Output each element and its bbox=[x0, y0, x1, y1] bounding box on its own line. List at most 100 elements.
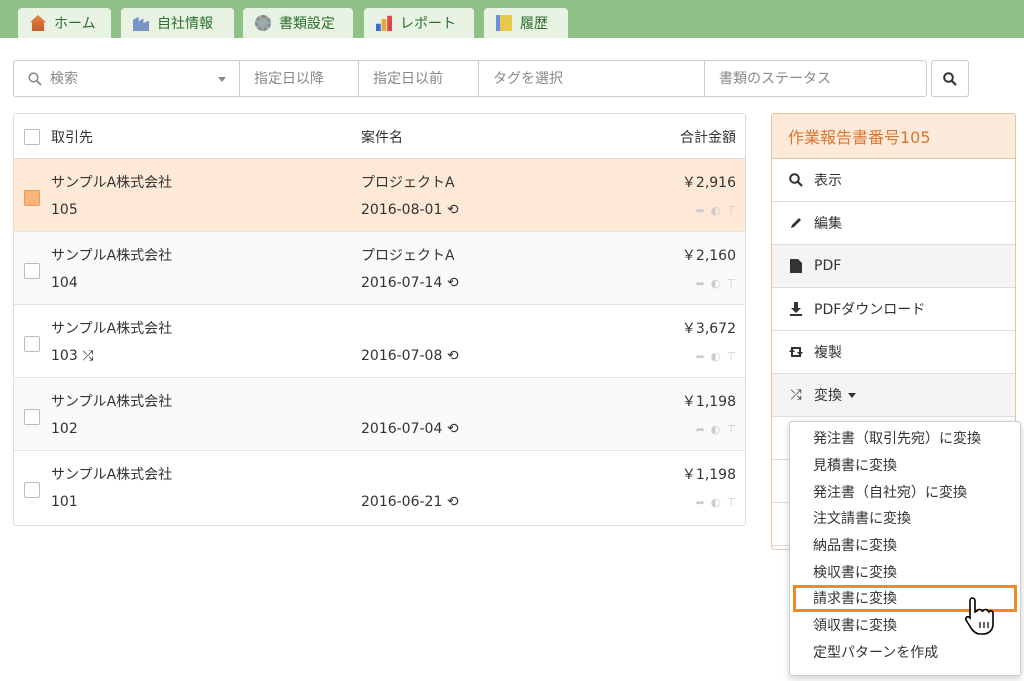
tag-select[interactable] bbox=[493, 70, 704, 87]
convert-button[interactable]: ⤮ 変換 bbox=[772, 374, 1015, 417]
pdf-download-button[interactable]: PDFダウンロード bbox=[772, 288, 1015, 331]
row-client: サンプルA株式会社 bbox=[51, 248, 173, 264]
row-checkbox[interactable] bbox=[24, 190, 40, 206]
row-client: サンプルA株式会社 bbox=[51, 394, 173, 410]
convert-to-estimate[interactable]: 見積書に変換 bbox=[790, 452, 1020, 479]
bar-chart-icon bbox=[376, 15, 392, 31]
row-number: 102 bbox=[51, 421, 78, 437]
table-row[interactable]: サンプルA株式会社 103 ⤮ 2016-07-08 ⟲ ￥3,672 ➦ ◐ ⊤ bbox=[14, 305, 745, 378]
hidden-icon[interactable]: ◐ bbox=[711, 204, 721, 217]
tab-home[interactable]: ホーム bbox=[18, 8, 111, 38]
tab-label: レポート bbox=[400, 16, 456, 32]
tab-label: 自社情報 bbox=[157, 16, 213, 32]
row-number: 101 bbox=[51, 494, 78, 510]
download-icon bbox=[788, 302, 804, 316]
filter-icon[interactable]: ⊤ bbox=[726, 204, 736, 217]
retweet-icon bbox=[788, 345, 804, 359]
row-checkbox[interactable] bbox=[24, 263, 40, 279]
row-number-group: 103 ⤮ bbox=[51, 348, 93, 364]
pdf-download-label: PDFダウンロード bbox=[814, 302, 926, 318]
table-row[interactable]: サンプルA株式会社 104 プロジェクトA 2016-07-14 ⟲ ￥2,16… bbox=[14, 232, 745, 305]
file-icon bbox=[788, 259, 804, 273]
convert-to-inspection-report[interactable]: 検収書に変換 bbox=[790, 558, 1020, 585]
edit-label: 編集 bbox=[814, 216, 842, 232]
hidden-icon[interactable]: ◐ bbox=[711, 496, 721, 509]
edit-button[interactable]: 編集 bbox=[772, 202, 1015, 245]
keyword-input[interactable] bbox=[50, 70, 239, 87]
search-icon bbox=[943, 71, 957, 86]
status-select[interactable] bbox=[719, 70, 926, 87]
row-checkbox[interactable] bbox=[24, 409, 40, 425]
row-checkbox[interactable] bbox=[24, 482, 40, 498]
hidden-icon[interactable]: ◐ bbox=[711, 350, 721, 363]
tab-document-settings[interactable]: 書類設定 bbox=[243, 8, 353, 38]
row-client: サンプルA株式会社 bbox=[51, 467, 173, 483]
duplicate-label: 複製 bbox=[814, 345, 842, 361]
share-icon[interactable]: ➦ bbox=[696, 423, 705, 436]
row-actions: ➦ ◐ ⊤ bbox=[696, 277, 736, 290]
tab-company[interactable]: 自社情報 bbox=[121, 8, 234, 38]
pencil-icon bbox=[788, 216, 804, 230]
row-actions: ➦ ◐ ⊤ bbox=[696, 423, 736, 436]
tab-label: 書類設定 bbox=[279, 16, 335, 32]
hidden-icon[interactable]: ◐ bbox=[711, 423, 721, 436]
row-date: 2016-06-21 ⟲ bbox=[361, 494, 459, 510]
row-date-text: 2016-08-01 bbox=[361, 202, 443, 218]
search-button[interactable] bbox=[931, 60, 969, 97]
tab-label: ホーム bbox=[54, 16, 96, 32]
tab-history[interactable]: 履歴 bbox=[484, 8, 568, 38]
caret-down-icon[interactable] bbox=[217, 77, 227, 83]
shuffle-icon: ⤮ bbox=[82, 348, 94, 364]
date-to-input[interactable] bbox=[373, 70, 478, 87]
share-icon[interactable]: ➦ bbox=[696, 350, 705, 363]
history-icon: ⟲ bbox=[446, 348, 459, 364]
convert-to-purchase-order-self[interactable]: 発注書（自社宛）に変換 bbox=[790, 478, 1020, 505]
tab-report[interactable]: レポート bbox=[364, 8, 474, 38]
filter-icon[interactable]: ⊤ bbox=[726, 496, 736, 509]
table-row[interactable]: サンプルA株式会社 101 2016-06-21 ⟲ ￥1,198 ➦ ◐ ⊤ bbox=[14, 451, 745, 524]
header-client: 取引先 bbox=[51, 130, 93, 146]
convert-dropdown-menu: 発注書（取引先宛）に変換 見積書に変換 発注書（自社宛）に変換 注文請書に変換 … bbox=[789, 421, 1021, 676]
row-number: 103 bbox=[51, 348, 78, 364]
duplicate-button[interactable]: 複製 bbox=[772, 331, 1015, 374]
status-segment bbox=[705, 61, 926, 96]
create-recurring-pattern[interactable]: 定型パターンを作成 bbox=[790, 639, 1020, 666]
view-button[interactable]: 表示 bbox=[772, 159, 1015, 202]
row-date: 2016-07-08 ⟲ bbox=[361, 348, 459, 364]
row-amount: ￥2,160 bbox=[681, 248, 736, 264]
date-from-input[interactable] bbox=[254, 70, 358, 87]
row-date-text: 2016-06-21 bbox=[361, 494, 443, 510]
filter-icon[interactable]: ⊤ bbox=[726, 423, 736, 436]
header-total: 合計金額 bbox=[680, 130, 736, 146]
hidden-icon[interactable]: ◐ bbox=[711, 277, 721, 290]
pdf-button[interactable]: PDF bbox=[772, 245, 1015, 288]
date-from-segment bbox=[240, 61, 359, 96]
filter-icon[interactable]: ⊤ bbox=[726, 350, 736, 363]
panel-title: 作業報告書番号105 bbox=[772, 114, 1015, 159]
history-icon: ⟲ bbox=[446, 421, 459, 437]
convert-to-order-confirmation[interactable]: 注文請書に変換 bbox=[790, 505, 1020, 532]
share-icon[interactable]: ➦ bbox=[696, 496, 705, 509]
caret-down-icon bbox=[848, 392, 856, 398]
table-row[interactable]: サンプルA株式会社 105 プロジェクトA 2016-08-01 ⟲ ￥2,91… bbox=[14, 159, 745, 232]
row-date-text: 2016-07-04 bbox=[361, 421, 443, 437]
select-all-checkbox[interactable] bbox=[24, 129, 40, 145]
row-project: プロジェクトA bbox=[361, 248, 455, 264]
search-icon bbox=[788, 173, 804, 187]
convert-to-purchase-order-client[interactable]: 発注書（取引先宛）に変換 bbox=[790, 425, 1020, 452]
share-icon[interactable]: ➦ bbox=[696, 277, 705, 290]
pdf-label: PDF bbox=[814, 258, 842, 274]
row-amount: ￥3,672 bbox=[681, 321, 736, 337]
row-date: 2016-07-04 ⟲ bbox=[361, 421, 459, 437]
view-label: 表示 bbox=[814, 173, 842, 189]
gear-icon bbox=[255, 15, 271, 31]
convert-to-delivery-note[interactable]: 納品書に変換 bbox=[790, 532, 1020, 559]
tag-segment bbox=[479, 61, 705, 96]
filter-icon[interactable]: ⊤ bbox=[726, 277, 736, 290]
share-icon[interactable]: ➦ bbox=[696, 204, 705, 217]
table-row[interactable]: サンプルA株式会社 102 2016-07-04 ⟲ ￥1,198 ➦ ◐ ⊤ bbox=[14, 378, 745, 451]
row-amount: ￥1,198 bbox=[681, 394, 736, 410]
date-to-segment bbox=[359, 61, 479, 96]
row-checkbox[interactable] bbox=[24, 336, 40, 352]
search-bar bbox=[13, 60, 927, 97]
